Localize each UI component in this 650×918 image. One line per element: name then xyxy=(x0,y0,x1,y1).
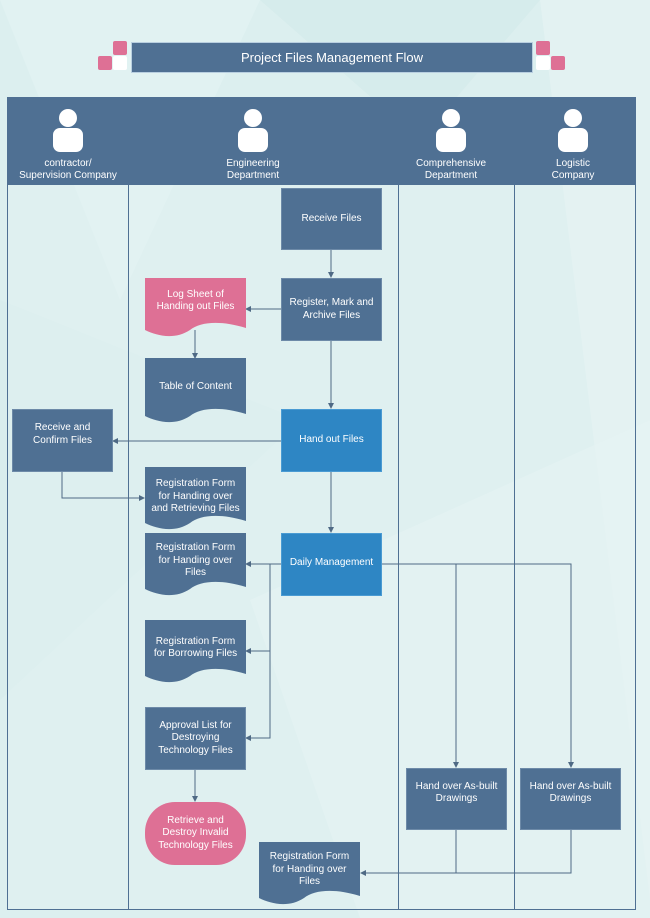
person-icon xyxy=(436,109,466,152)
lane-label: contractor/ xyxy=(44,158,92,169)
lane-label: Comprehensive xyxy=(415,158,487,169)
process-register-mark-archive[interactable]: Register, Mark and Archive Files xyxy=(281,278,382,341)
node-label: Daily Management xyxy=(289,557,374,569)
node-label: Table of Content xyxy=(159,380,232,392)
lane-divider xyxy=(398,185,399,910)
node-label: Registration Form for Handing over Files xyxy=(155,542,236,579)
decor-square xyxy=(551,56,565,70)
document-reg-form-handing-over[interactable]: Registration Form for Handing over Files xyxy=(145,533,246,597)
node-label: Hand over As-built Drawings xyxy=(529,780,612,805)
lane-contractor: contractor/ Supervision Company xyxy=(8,108,128,183)
lane-label: Department xyxy=(424,170,478,181)
lane-label: Logistic xyxy=(556,158,590,169)
process-receive-files[interactable]: Receive Files xyxy=(281,188,382,250)
page-title: Project Files Management Flow xyxy=(131,42,533,73)
node-label: Hand over As-built Drawings xyxy=(415,780,498,805)
process-receive-confirm-files[interactable]: Receive and Confirm Files xyxy=(12,409,113,472)
document-reg-form-borrowing[interactable]: Registration Form for Borrowing Files xyxy=(145,620,246,684)
lane-divider xyxy=(128,185,129,910)
node-label: Registration Form for Handing over and R… xyxy=(151,478,240,515)
person-icon xyxy=(53,109,83,152)
document-reg-form-handing-over-final[interactable]: Registration Form for Handing over Files xyxy=(259,842,360,906)
decor-square xyxy=(113,41,127,55)
process-hand-out-files[interactable]: Hand out Files xyxy=(281,409,382,472)
node-label: Receive Files xyxy=(301,212,362,224)
process-hand-over-asbuilt-logistic[interactable]: Hand over As-built Drawings xyxy=(520,768,621,830)
document-reg-form-handing-retrieving[interactable]: Registration Form for Handing over and R… xyxy=(145,467,246,531)
lane-engineering: Engineering Department xyxy=(193,108,313,183)
process-hand-over-asbuilt-comprehensive[interactable]: Hand over As-built Drawings xyxy=(406,768,507,830)
lane-divider xyxy=(514,185,515,910)
node-label: Registration Form for Handing over Files xyxy=(269,851,350,888)
lane-label: Department xyxy=(226,170,280,181)
process-daily-management[interactable]: Daily Management xyxy=(281,533,382,596)
lane-label: Supervision Company xyxy=(19,170,117,181)
person-icon xyxy=(558,109,588,152)
node-label: Hand out Files xyxy=(299,434,364,446)
lane-label: Engineering xyxy=(226,158,280,169)
decor-square xyxy=(536,56,550,70)
document-log-sheet[interactable]: Log Sheet of Handing out Files xyxy=(145,278,246,338)
node-label: Register, Mark and Archive Files xyxy=(289,297,374,321)
terminator-retrieve-destroy[interactable]: Retrieve and Destroy Invalid Technology … xyxy=(145,802,246,865)
lane-logistic: Logistic Company xyxy=(513,108,633,183)
node-label: Retrieve and Destroy Invalid Technology … xyxy=(158,814,233,851)
decor-square xyxy=(536,41,550,55)
lane-label: Company xyxy=(551,170,595,181)
person-icon xyxy=(238,109,268,152)
node-label: Receive and Confirm Files xyxy=(33,422,92,446)
decor-square xyxy=(113,56,127,70)
lane-comprehensive: Comprehensive Department xyxy=(391,108,511,183)
process-approval-list-destroying[interactable]: Approval List for Destroying Technology … xyxy=(145,707,246,770)
document-table-of-content[interactable]: Table of Content xyxy=(145,358,246,424)
decor-square xyxy=(98,56,112,70)
node-label: Log Sheet of Handing out Files xyxy=(156,288,235,313)
node-label: Approval List for Destroying Technology … xyxy=(158,719,233,756)
node-label: Registration Form for Borrowing Files xyxy=(153,635,238,660)
